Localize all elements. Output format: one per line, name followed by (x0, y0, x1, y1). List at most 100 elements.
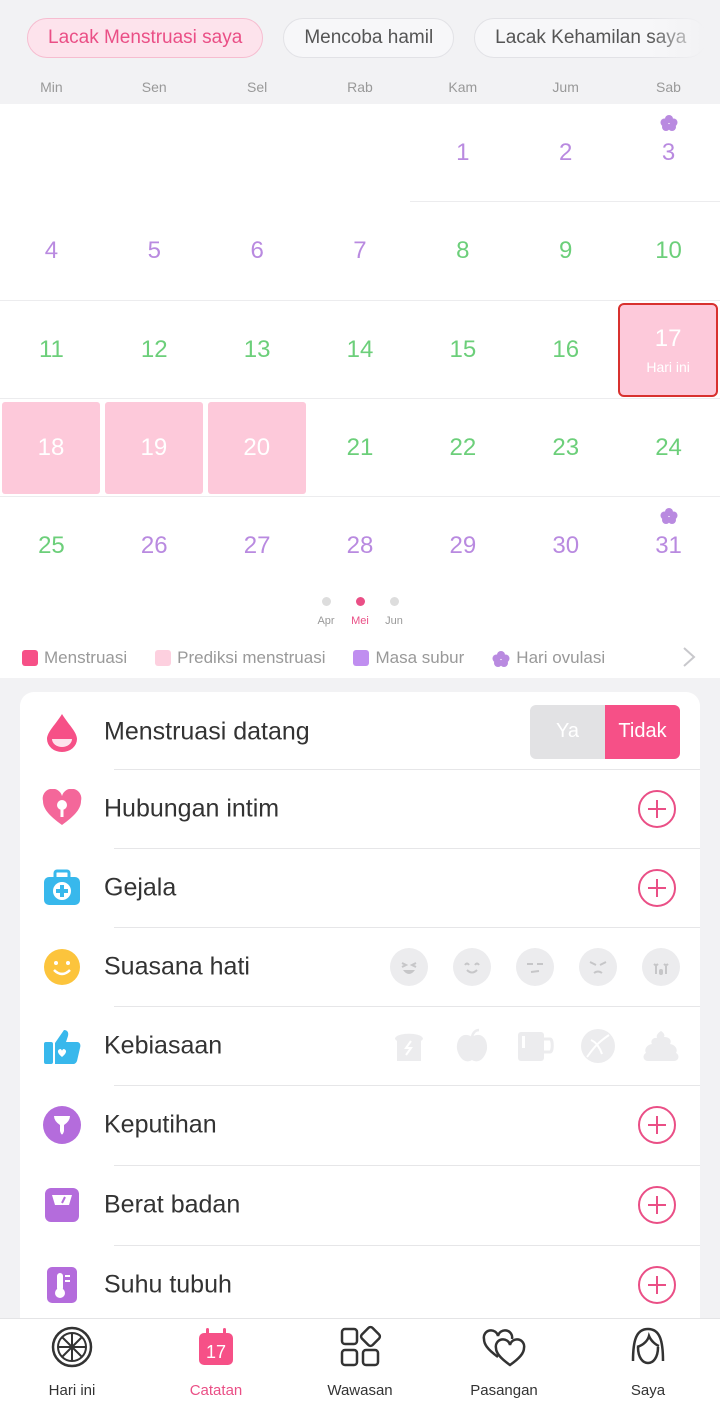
day-number: 1 (456, 139, 470, 166)
calendar-day[interactable]: 20 (207, 402, 306, 494)
calendar-day[interactable]: 30 (514, 497, 617, 595)
day-number: 14 (346, 336, 374, 363)
day-number: 21 (346, 434, 374, 461)
calendar-17-icon: 17 (199, 1328, 233, 1365)
calendar-day[interactable]: 27 (206, 497, 309, 595)
calendar-week-row: 11 12 13 14 15 16 17 Hari ini (0, 300, 720, 398)
calendar-day[interactable]: 8 (411, 202, 514, 300)
legend-label: Masa subur (375, 648, 465, 667)
calendar-day[interactable]: 7 (309, 202, 412, 300)
calendar-day[interactable]: 23 (514, 399, 617, 497)
add-suhu-tubuh-button[interactable] (638, 1265, 676, 1304)
day-number: 3 (661, 139, 676, 166)
calendar-legend[interactable]: Menstruasi Prediksi menstruasi Masa subu… (0, 638, 720, 678)
calendar-day[interactable]: 16 (514, 301, 617, 399)
smiling-face-icon[interactable] (453, 947, 491, 986)
calendar-day[interactable]: 12 (103, 301, 206, 399)
tab-mencoba-hamil[interactable]: Mencoba hamil (283, 18, 455, 58)
orange-slice-icon (51, 1326, 93, 1368)
row-divider (114, 848, 700, 849)
cup-icon[interactable] (516, 1027, 554, 1065)
record-berat-badan[interactable]: Berat badan (20, 1165, 700, 1244)
weekday-label: Rab (347, 79, 373, 95)
nav-hari-ini[interactable]: Hari ini (0, 1319, 144, 1406)
habit-options (390, 1027, 680, 1065)
calendar-day[interactable]: 29 (411, 497, 514, 595)
month-mei[interactable]: Mei (348, 594, 372, 638)
calendar-day[interactable]: 2 (514, 104, 617, 202)
bread-icon[interactable] (390, 1027, 428, 1065)
add-hubungan-intim-button[interactable] (638, 789, 676, 828)
calendar-day[interactable]: 24 (617, 399, 720, 497)
calendar-day[interactable]: 31 (617, 497, 720, 595)
calendar-day[interactable]: 1 (411, 104, 514, 202)
ball-icon[interactable] (579, 1027, 617, 1065)
calendar-day-today[interactable]: 17 Hari ini (618, 303, 719, 397)
day-number: 9 (559, 237, 573, 264)
two-hearts-icon (482, 1329, 526, 1367)
calendar-day[interactable]: 19 (104, 402, 203, 494)
apple-icon[interactable] (453, 1027, 491, 1065)
calendar-day[interactable]: 22 (411, 399, 514, 497)
nav-catatan[interactable]: 17 Catatan (144, 1319, 288, 1406)
nav-wawasan[interactable]: Wawasan (288, 1319, 432, 1406)
calendar-day[interactable]: 9 (514, 202, 617, 300)
calendar-day[interactable]: 10 (617, 202, 720, 300)
calendar-day[interactable]: 3 (617, 104, 720, 202)
day-number: 25 (38, 532, 65, 559)
record-suhu-tubuh[interactable]: Suhu tubuh (20, 1245, 700, 1318)
weekday-label: Kam (448, 79, 478, 95)
laughing-face-icon[interactable] (390, 947, 428, 986)
add-gejala-button[interactable] (638, 868, 676, 907)
calendar-day[interactable]: 5 (103, 202, 206, 300)
scale-icon (45, 1187, 79, 1222)
weekday-header: Min Sen Sel Rab Kam Jum Sab (0, 76, 720, 104)
record-keputihan[interactable]: Keputihan (20, 1085, 700, 1164)
day-number: 27 (243, 532, 271, 559)
calendar-day[interactable]: 4 (0, 202, 103, 300)
day-number: 4 (44, 237, 59, 264)
calendar-day[interactable]: 6 (206, 202, 309, 300)
month-jun[interactable]: Jun (382, 594, 406, 638)
calendar-week-row: 4 5 6 7 8 9 10 (0, 202, 720, 300)
day-number: 16 (552, 336, 580, 363)
calendar-day[interactable]: 15 (411, 301, 514, 399)
calendar-day[interactable]: 28 (309, 497, 412, 595)
legend-label: Hari ovulasi (516, 648, 606, 667)
chevron-right-icon[interactable] (682, 646, 696, 668)
calendar-day[interactable]: 25 (0, 497, 103, 595)
month-pager: Apr Mei Jun (0, 594, 720, 638)
calendar-day[interactable]: 13 (206, 301, 309, 399)
tabs-fade (650, 0, 720, 76)
calendar-day[interactable]: 14 (309, 301, 412, 399)
nav-pasangan[interactable]: Pasangan (432, 1319, 576, 1406)
row-divider (114, 927, 700, 928)
crying-face-icon[interactable] (642, 947, 680, 986)
toggle-tidak-button[interactable]: Tidak (605, 704, 680, 759)
day-number: 10 (655, 237, 682, 264)
record-gejala[interactable]: Gejala (20, 848, 700, 927)
day-number: 19 (140, 434, 168, 461)
weekday-label: Sen (141, 79, 167, 95)
nav-saya[interactable]: Saya (576, 1319, 720, 1406)
day-number: 29 (449, 532, 477, 559)
poop-icon[interactable] (642, 1027, 680, 1065)
tab-lacak-menstruasi[interactable]: Lacak Menstruasi saya (27, 18, 264, 58)
calendar-day[interactable]: 21 (309, 399, 412, 497)
calendar-day[interactable]: 18 (2, 402, 100, 494)
bottom-navigation: Hari ini 17 Catatan Wawasan Pasangan Say… (0, 1318, 720, 1406)
add-keputihan-button[interactable] (638, 1105, 676, 1144)
day-number: 6 (250, 237, 264, 264)
record-label: Suasana hati (104, 952, 250, 980)
day-number: 31 (655, 532, 682, 559)
calendar-day[interactable]: 11 (0, 301, 103, 399)
angry-face-icon[interactable] (579, 947, 617, 986)
add-berat-badan-button[interactable] (638, 1185, 676, 1224)
annoyed-face-icon[interactable] (516, 947, 554, 986)
month-apr[interactable]: Apr (314, 594, 338, 638)
toggle-ya-button[interactable]: Ya (530, 705, 605, 759)
calendar-day[interactable]: 26 (103, 497, 206, 595)
record-hubungan-intim[interactable]: Hubungan intim (20, 769, 700, 848)
day-number: 22 (449, 434, 477, 461)
day-number: 11 (38, 336, 64, 363)
